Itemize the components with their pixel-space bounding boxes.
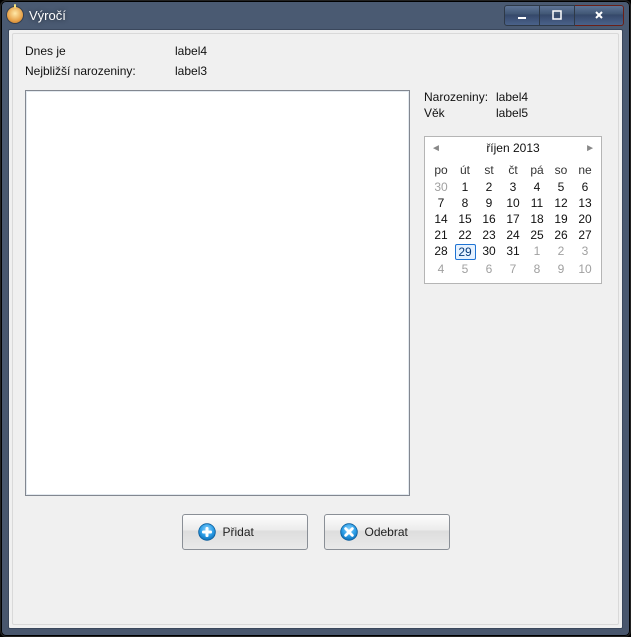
calendar-day[interactable]: 5 (549, 179, 573, 195)
calendar-day[interactable]: 26 (549, 227, 573, 243)
calendar-day[interactable]: 30 (429, 179, 453, 195)
calendar-next-button[interactable]: ► (585, 143, 595, 154)
next-birthday-value: label3 (175, 64, 207, 78)
calendar-day[interactable]: 24 (501, 227, 525, 243)
calendar-day[interactable]: 17 (501, 211, 525, 227)
calendar-day[interactable]: 28 (429, 243, 453, 261)
calendar-day[interactable]: 19 (549, 211, 573, 227)
remove-button-label: Odebrat (365, 525, 408, 539)
calendar-day[interactable]: 3 (501, 179, 525, 195)
minimize-button[interactable] (504, 5, 540, 26)
calendar-prev-button[interactable]: ◄ (431, 143, 441, 154)
calendar-day[interactable]: 22 (453, 227, 477, 243)
app-window: Výročí Dnes je label4 Nejbližší narozeni… (0, 0, 631, 637)
add-button-label: Přidat (223, 525, 254, 539)
birthday-value: label4 (496, 90, 528, 104)
calendar-day[interactable]: 2 (549, 243, 573, 261)
age-label: Věk (424, 106, 496, 120)
calendar-day[interactable]: 4 (429, 261, 453, 277)
calendar-day[interactable]: 16 (477, 211, 501, 227)
calendar-day[interactable]: 8 (525, 261, 549, 277)
calendar-day[interactable]: 27 (573, 227, 597, 243)
calendar-day[interactable]: 25 (525, 227, 549, 243)
app-icon (7, 7, 23, 23)
titlebar[interactable]: Výročí (1, 1, 630, 29)
maximize-button[interactable] (540, 5, 575, 26)
calendar-day[interactable]: 8 (453, 195, 477, 211)
calendar-day[interactable]: 10 (501, 195, 525, 211)
calendar-day[interactable]: 9 (477, 195, 501, 211)
calendar-day[interactable]: 11 (525, 195, 549, 211)
x-circle-icon (339, 522, 359, 542)
calendar-day[interactable]: 21 (429, 227, 453, 243)
calendar-day-header: po (429, 161, 453, 179)
client-area: Dnes je label4 Nejbližší narozeniny: lab… (8, 29, 623, 629)
calendar-day-header: pá (525, 161, 549, 179)
calendar-day[interactable]: 10 (573, 261, 597, 277)
calendar-day[interactable]: 5 (453, 261, 477, 277)
calendar-day[interactable]: 31 (501, 243, 525, 261)
next-birthday-label: Nejbližší narozeniny: (25, 64, 175, 78)
minimize-icon (516, 9, 528, 21)
calendar-day[interactable]: 1 (453, 179, 477, 195)
calendar-grid: poútstčtpásone30123456789101112131415161… (425, 159, 601, 283)
window-title: Výročí (29, 8, 66, 23)
birthday-label: Narozeniny: (424, 90, 496, 104)
calendar-day-header: st (477, 161, 501, 179)
maximize-icon (551, 9, 563, 21)
calendar-day[interactable]: 29 (453, 243, 477, 261)
calendar-day[interactable]: 13 (573, 195, 597, 211)
age-value: label5 (496, 106, 528, 120)
next-birthday-row: Nejbližší narozeniny: label3 (25, 64, 606, 78)
calendar-day[interactable]: 1 (525, 243, 549, 261)
calendar-day[interactable]: 14 (429, 211, 453, 227)
remove-button[interactable]: Odebrat (324, 514, 450, 550)
calendar-day[interactable]: 15 (453, 211, 477, 227)
calendar-day-header: so (549, 161, 573, 179)
calendar-day[interactable]: 20 (573, 211, 597, 227)
button-bar: Přidat Odebrat (25, 496, 606, 550)
people-listbox[interactable] (25, 90, 410, 496)
today-label: Dnes je (25, 44, 175, 58)
calendar-day[interactable]: 6 (477, 261, 501, 277)
calendar-day-header: ne (573, 161, 597, 179)
window-controls (504, 5, 624, 26)
calendar-day[interactable]: 2 (477, 179, 501, 195)
calendar-day-header: čt (501, 161, 525, 179)
calendar-day[interactable]: 4 (525, 179, 549, 195)
details-panel: Narozeniny: label4 Věk label5 ◄ říjen 20… (424, 90, 606, 284)
today-value: label4 (175, 44, 207, 58)
calendar-caption[interactable]: říjen 2013 (486, 141, 539, 155)
calendar-day[interactable]: 7 (501, 261, 525, 277)
add-button[interactable]: Přidat (182, 514, 308, 550)
calendar-day[interactable]: 7 (429, 195, 453, 211)
calendar-day[interactable]: 6 (573, 179, 597, 195)
calendar-day[interactable]: 18 (525, 211, 549, 227)
calendar-day[interactable]: 3 (573, 243, 597, 261)
calendar-day[interactable]: 9 (549, 261, 573, 277)
calendar-day[interactable]: 23 (477, 227, 501, 243)
close-icon (593, 9, 605, 21)
calendar-day-header: út (453, 161, 477, 179)
close-button[interactable] (575, 5, 624, 26)
today-row: Dnes je label4 (25, 44, 606, 58)
calendar[interactable]: ◄ říjen 2013 ► poútstčtpásone30123456789… (424, 136, 602, 284)
calendar-day[interactable]: 12 (549, 195, 573, 211)
calendar-day[interactable]: 30 (477, 243, 501, 261)
plus-circle-icon (197, 522, 217, 542)
